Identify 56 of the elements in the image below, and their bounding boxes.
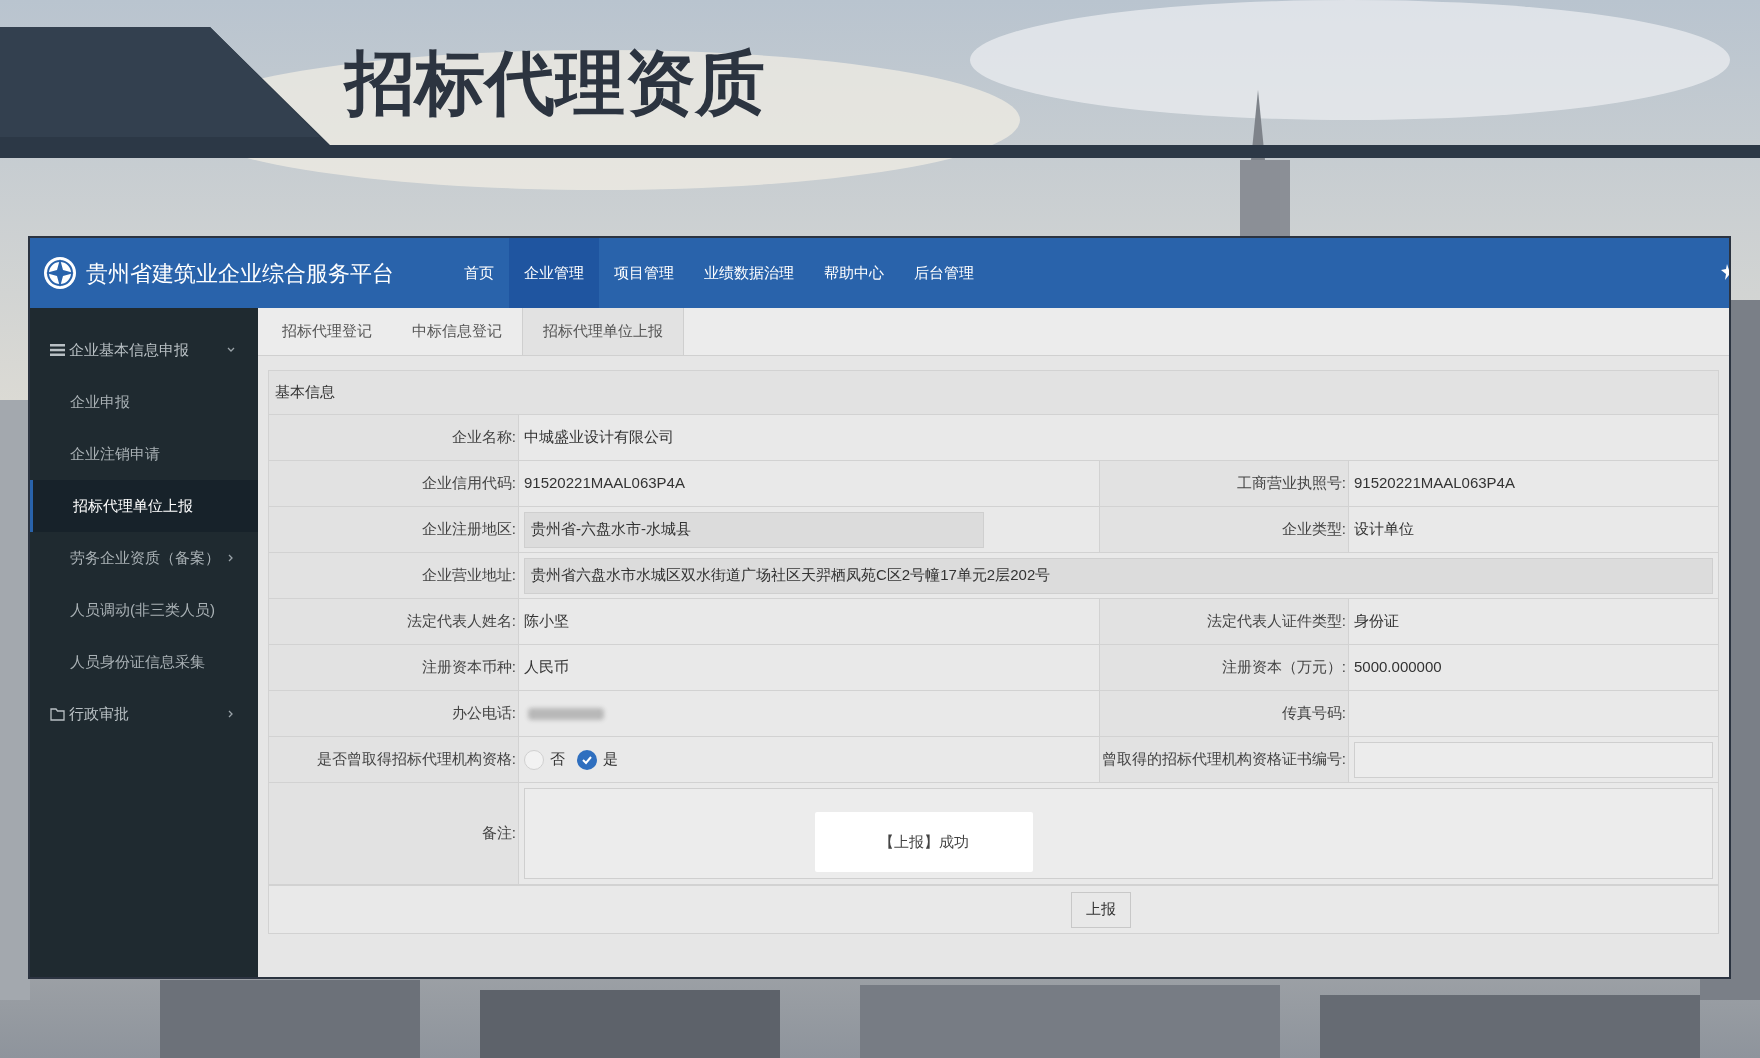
- folder-icon: [50, 707, 65, 721]
- field-label: 企业名称:: [269, 415, 519, 460]
- group-label: 企业基本信息申报: [69, 339, 190, 360]
- field-label: 企业注册地区:: [269, 507, 519, 552]
- nav-item[interactable]: 首页: [449, 238, 509, 308]
- slide-title: 招标代理资质: [345, 48, 765, 118]
- tab[interactable]: 招标代理登记: [262, 308, 392, 355]
- toast-message: 【上报】成功: [815, 812, 1033, 872]
- field-label: 曾取得的招标代理机构资格证书编号:: [1099, 737, 1349, 782]
- input-field[interactable]: 贵州省六盘水市水城区双水街道广场社区天羿栖凤苑C区2号幢17单元2层202号: [524, 557, 1713, 594]
- group-label: 行政审批: [69, 703, 130, 724]
- field-label: 备注:: [269, 783, 519, 884]
- field-value: 陈小坚: [524, 611, 569, 632]
- star-icon: [1719, 264, 1729, 280]
- field-label: 企业营业地址:: [269, 553, 519, 598]
- field-value: 人民币: [524, 657, 569, 678]
- field-value: 5000.000000: [1354, 657, 1442, 678]
- menu-icon: [50, 343, 65, 357]
- field-label: 注册资本（万元）:: [1099, 645, 1349, 690]
- sidebar-item[interactable]: 企业申报: [30, 376, 258, 428]
- sidebar-item[interactable]: 人员身份证信息采集: [30, 636, 258, 688]
- field-value: 91520221MAAL063P4A: [524, 473, 685, 494]
- nav-item[interactable]: 帮助中心: [809, 238, 899, 308]
- field-value: 中城盛业设计有限公司: [524, 427, 674, 448]
- field-label: 传真号码:: [1099, 691, 1349, 736]
- input-field[interactable]: 贵州省-六盘水市-水城县: [524, 511, 984, 548]
- sidebar-group[interactable]: 企业基本信息申报: [30, 324, 258, 376]
- nav-item[interactable]: 业绩数据治理: [689, 238, 809, 308]
- nav-item[interactable]: 项目管理: [599, 238, 689, 308]
- sidebar-item[interactable]: 企业注销申请: [30, 428, 258, 480]
- sidebar-group[interactable]: 行政审批: [30, 688, 258, 740]
- field-value: 设计单位: [1354, 519, 1414, 540]
- field-value: 身份证: [1354, 611, 1399, 632]
- nav-item[interactable]: 后台管理: [899, 238, 989, 308]
- field-label: 企业类型:: [1099, 507, 1349, 552]
- section-title: 基本信息: [269, 371, 1718, 415]
- logo-icon: [43, 256, 77, 290]
- field-label: 法定代表人姓名:: [269, 599, 519, 644]
- tab[interactable]: 中标信息登记: [392, 308, 522, 355]
- field-label: 是否曾取得招标代理机构资格:: [269, 737, 519, 782]
- sidebar-item[interactable]: 劳务企业资质（备案）: [30, 532, 258, 584]
- radio-option[interactable]: 否: [524, 748, 565, 771]
- tab[interactable]: 招标代理单位上报: [522, 308, 684, 355]
- field-label: 注册资本币种:: [269, 645, 519, 690]
- field-label: 工商营业执照号:: [1099, 461, 1349, 506]
- field-label: 企业信用代码:: [269, 461, 519, 506]
- field-label: 法定代表人证件类型:: [1099, 599, 1349, 644]
- input-field[interactable]: [1354, 741, 1713, 778]
- sidebar-item[interactable]: 招标代理单位上报: [30, 480, 258, 532]
- sidebar-item[interactable]: 人员调动(非三类人员): [30, 584, 258, 636]
- submit-button[interactable]: 上报: [1070, 891, 1131, 928]
- field-label: 办公电话:: [269, 691, 519, 736]
- nav-item[interactable]: 企业管理: [509, 238, 599, 308]
- field-value: 91520221MAAL063P4A: [1354, 473, 1515, 494]
- radio-option[interactable]: 是: [577, 748, 618, 771]
- app-title: 贵州省建筑业企业综合服务平台: [86, 259, 394, 288]
